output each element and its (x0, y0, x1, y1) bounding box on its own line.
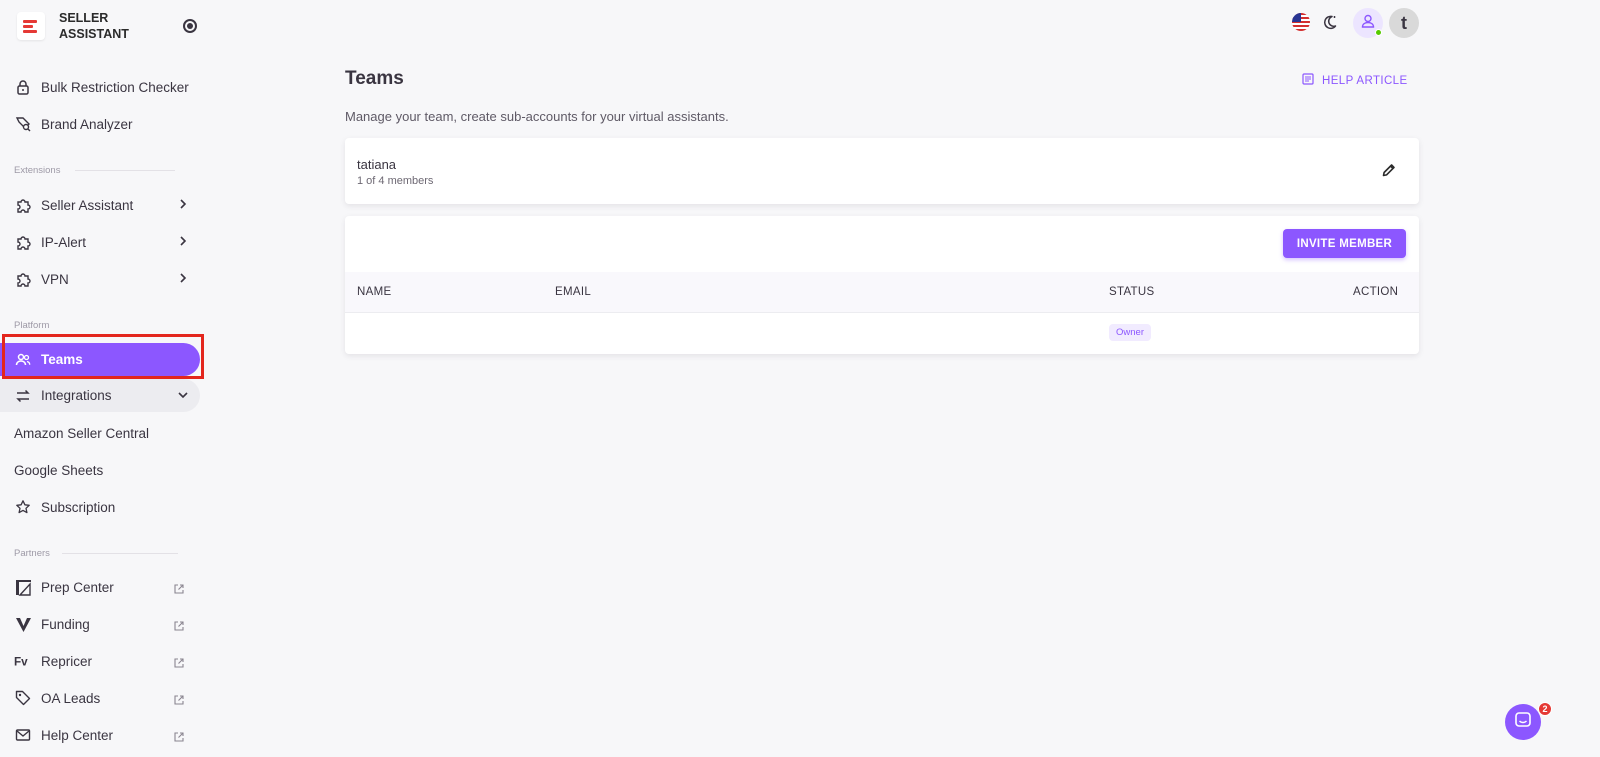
external-link-icon (174, 693, 184, 708)
sidebar-item-label: Subscription (41, 499, 116, 515)
sidebar-item-label: Funding (41, 616, 90, 632)
chat-icon (1514, 711, 1532, 734)
page-subtitle: Manage your team, create sub-accounts fo… (345, 109, 729, 124)
sidebar-item-label: IP-Alert (41, 234, 87, 250)
brand-title: SELLER ASSISTANT (59, 11, 129, 41)
external-link-icon (174, 730, 184, 745)
sidebar-item-label: OA Leads (41, 690, 101, 706)
brand[interactable]: SELLER ASSISTANT (17, 10, 149, 42)
puzzle-icon (14, 270, 32, 288)
pencil-icon (1381, 164, 1397, 182)
column-header-email: EMAIL (555, 286, 592, 298)
search-tag-icon (14, 115, 32, 133)
page-title: Teams (345, 68, 404, 89)
sidebar-item-prep-center[interactable]: Prep Center (0, 570, 200, 604)
sidebar-item-subscription[interactable]: Subscription (0, 490, 200, 524)
sidebar-item-label: Seller Assistant (41, 197, 134, 213)
sidebar-item-repricer[interactable]: Fv Repricer (0, 644, 200, 678)
prep-center-icon (14, 578, 32, 596)
section-label-extensions: Extensions (14, 165, 61, 176)
puzzle-icon (14, 233, 32, 251)
sidebar-item-brand-analyzer[interactable]: Brand Analyzer (0, 107, 200, 141)
dark-mode-moon-icon[interactable] (1322, 14, 1338, 35)
team-member-count: 1 of 4 members (357, 175, 434, 187)
external-link-icon (174, 582, 184, 597)
user-account-avatar[interactable] (1353, 8, 1383, 38)
chevron-right-icon (176, 271, 190, 288)
star-icon (14, 498, 32, 516)
mail-icon (14, 726, 32, 744)
chevron-right-icon (176, 234, 190, 251)
chat-unread-badge: 2 (1538, 702, 1552, 716)
section-label-partners: Partners (14, 548, 50, 559)
sidebar-item-label: Repricer (41, 653, 93, 669)
sidebar-item-label: Google Sheets (14, 462, 104, 478)
sidebar-item-label: Bulk Restriction Checker (41, 79, 189, 95)
section-divider (75, 170, 175, 171)
highlight-box (2, 334, 204, 379)
table-row: Owner (345, 313, 1419, 354)
sidebar-item-label: Prep Center (41, 579, 114, 595)
external-link-icon (174, 619, 184, 634)
team-card: tatiana 1 of 4 members (345, 138, 1419, 204)
svg-text:Fv: Fv (14, 656, 28, 669)
sidebar-item-seller-assistant[interactable]: Seller Assistant (0, 188, 200, 222)
sidebar-item-bulk-restriction-checker[interactable]: Bulk Restriction Checker (0, 70, 200, 104)
sidebar-item-label: VPN (41, 271, 69, 287)
lock-icon (14, 78, 32, 96)
help-article-label: HELP ARTICLE (1322, 74, 1408, 87)
sidebar-item-vpn[interactable]: VPN (0, 262, 200, 296)
sidebar-item-oa-leads[interactable]: OA Leads (0, 681, 200, 715)
support-chat-button[interactable] (1505, 704, 1541, 740)
us-flag-icon[interactable] (1292, 13, 1310, 36)
sidebar: SELLER ASSISTANT Bulk Restriction Checke… (0, 0, 210, 757)
column-header-status: STATUS (1109, 286, 1155, 298)
section-divider (62, 553, 178, 554)
status-badge: Owner (1109, 324, 1151, 341)
external-link-icon (174, 656, 184, 671)
sidebar-item-funding[interactable]: Funding (0, 607, 200, 641)
members-card: INVITE MEMBER NAME EMAIL STATUS ACTION O… (345, 216, 1419, 354)
sidebar-pin-toggle-icon[interactable] (183, 19, 197, 33)
invite-member-button[interactable]: INVITE MEMBER (1283, 229, 1406, 258)
sidebar-item-label: Amazon Seller Central (14, 425, 150, 441)
sidebar-item-ip-alert[interactable]: IP-Alert (0, 225, 200, 259)
sidebar-item-integrations[interactable]: Integrations (0, 379, 200, 412)
repricer-logo-icon: Fv (14, 652, 32, 670)
sidebar-item-label: Help Center (41, 727, 114, 743)
tag-icon (14, 689, 32, 707)
table-header: NAME EMAIL STATUS ACTION (345, 272, 1419, 313)
brand-logo (17, 12, 45, 40)
column-header-name: NAME (357, 286, 392, 298)
sidebar-item-label: Integrations (41, 388, 112, 403)
sidebar-item-help-center[interactable]: Help Center (0, 718, 200, 752)
sidebar-item-google-sheets[interactable]: Google Sheets (0, 453, 200, 487)
team-name: tatiana (357, 157, 397, 172)
chevron-right-icon (176, 197, 190, 214)
user-icon (1361, 14, 1375, 33)
column-header-action: ACTION (1353, 286, 1399, 298)
funding-logo-icon (14, 615, 32, 633)
online-status-dot (1375, 29, 1382, 36)
avatar[interactable]: t (1389, 8, 1419, 38)
sidebar-item-label: Brand Analyzer (41, 116, 133, 132)
swap-arrows-icon (14, 387, 32, 405)
chevron-down-icon (176, 388, 190, 405)
sidebar-item-amazon-seller-central[interactable]: Amazon Seller Central (0, 416, 200, 450)
edit-team-button[interactable] (1381, 162, 1397, 183)
article-icon (1302, 73, 1314, 88)
section-label-platform: Platform (14, 320, 50, 331)
help-article-link[interactable]: HELP ARTICLE (1302, 73, 1408, 88)
puzzle-icon (14, 196, 32, 214)
